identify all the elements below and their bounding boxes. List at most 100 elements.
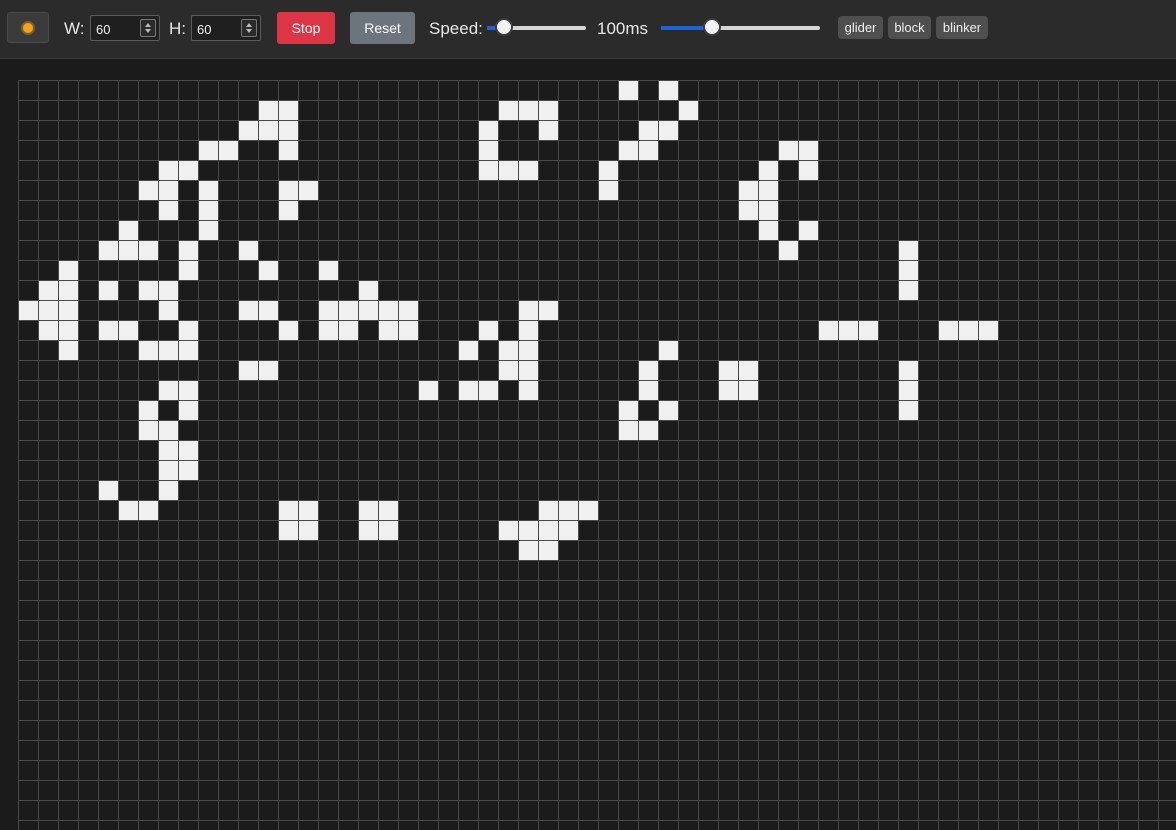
dead-cell[interactable] xyxy=(939,81,958,100)
dead-cell[interactable] xyxy=(979,761,998,780)
dead-cell[interactable] xyxy=(679,261,698,280)
dead-cell[interactable] xyxy=(1099,101,1118,120)
dead-cell[interactable] xyxy=(699,701,718,720)
dead-cell[interactable] xyxy=(459,681,478,700)
dead-cell[interactable] xyxy=(279,741,298,760)
dead-cell[interactable] xyxy=(259,761,278,780)
dead-cell[interactable] xyxy=(1059,601,1078,620)
dead-cell[interactable] xyxy=(39,561,58,580)
dead-cell[interactable] xyxy=(859,201,878,220)
dead-cell[interactable] xyxy=(759,121,778,140)
live-cell[interactable] xyxy=(179,241,198,260)
dead-cell[interactable] xyxy=(559,461,578,480)
dead-cell[interactable] xyxy=(419,581,438,600)
dead-cell[interactable] xyxy=(679,361,698,380)
dead-cell[interactable] xyxy=(1039,761,1058,780)
dead-cell[interactable] xyxy=(979,781,998,800)
dead-cell[interactable] xyxy=(579,381,598,400)
dead-cell[interactable] xyxy=(1039,241,1058,260)
dead-cell[interactable] xyxy=(859,821,878,830)
dead-cell[interactable] xyxy=(899,761,918,780)
dead-cell[interactable] xyxy=(839,721,858,740)
dead-cell[interactable] xyxy=(119,761,138,780)
dead-cell[interactable] xyxy=(779,701,798,720)
dead-cell[interactable] xyxy=(839,521,858,540)
dead-cell[interactable] xyxy=(759,501,778,520)
dead-cell[interactable] xyxy=(519,401,538,420)
dead-cell[interactable] xyxy=(439,141,458,160)
dead-cell[interactable] xyxy=(299,661,318,680)
dead-cell[interactable] xyxy=(1059,161,1078,180)
dead-cell[interactable] xyxy=(1019,461,1038,480)
dead-cell[interactable] xyxy=(59,721,78,740)
dead-cell[interactable] xyxy=(1139,721,1158,740)
dead-cell[interactable] xyxy=(259,441,278,460)
dead-cell[interactable] xyxy=(39,141,58,160)
dead-cell[interactable] xyxy=(319,161,338,180)
live-cell[interactable] xyxy=(139,181,158,200)
dead-cell[interactable] xyxy=(899,501,918,520)
dead-cell[interactable] xyxy=(999,481,1018,500)
live-cell[interactable] xyxy=(479,321,498,340)
dead-cell[interactable] xyxy=(1099,761,1118,780)
dead-cell[interactable] xyxy=(899,201,918,220)
dead-cell[interactable] xyxy=(519,281,538,300)
dead-cell[interactable] xyxy=(199,81,218,100)
dead-cell[interactable] xyxy=(439,541,458,560)
dead-cell[interactable] xyxy=(819,601,838,620)
dead-cell[interactable] xyxy=(139,561,158,580)
dead-cell[interactable] xyxy=(859,461,878,480)
dead-cell[interactable] xyxy=(939,241,958,260)
dead-cell[interactable] xyxy=(339,621,358,640)
dead-cell[interactable] xyxy=(479,581,498,600)
dead-cell[interactable] xyxy=(359,381,378,400)
dead-cell[interactable] xyxy=(1039,141,1058,160)
dead-cell[interactable] xyxy=(499,541,518,560)
live-cell[interactable] xyxy=(139,421,158,440)
dead-cell[interactable] xyxy=(219,81,238,100)
dead-cell[interactable] xyxy=(159,781,178,800)
dead-cell[interactable] xyxy=(119,741,138,760)
dead-cell[interactable] xyxy=(899,321,918,340)
dead-cell[interactable] xyxy=(859,521,878,540)
dead-cell[interactable] xyxy=(1119,821,1138,830)
dead-cell[interactable] xyxy=(139,801,158,820)
dead-cell[interactable] xyxy=(499,121,518,140)
width-input[interactable]: 60 xyxy=(90,15,160,41)
dead-cell[interactable] xyxy=(1099,661,1118,680)
dead-cell[interactable] xyxy=(1119,181,1138,200)
dead-cell[interactable] xyxy=(799,661,818,680)
dead-cell[interactable] xyxy=(639,161,658,180)
dead-cell[interactable] xyxy=(579,721,598,740)
dead-cell[interactable] xyxy=(899,741,918,760)
dead-cell[interactable] xyxy=(539,281,558,300)
dead-cell[interactable] xyxy=(279,701,298,720)
dead-cell[interactable] xyxy=(679,601,698,620)
dead-cell[interactable] xyxy=(159,141,178,160)
dead-cell[interactable] xyxy=(339,641,358,660)
dead-cell[interactable] xyxy=(859,281,878,300)
dead-cell[interactable] xyxy=(499,581,518,600)
dead-cell[interactable] xyxy=(979,741,998,760)
dead-cell[interactable] xyxy=(859,541,878,560)
dead-cell[interactable] xyxy=(299,261,318,280)
dead-cell[interactable] xyxy=(979,101,998,120)
dead-cell[interactable] xyxy=(399,681,418,700)
dead-cell[interactable] xyxy=(619,501,638,520)
dead-cell[interactable] xyxy=(699,721,718,740)
dead-cell[interactable] xyxy=(759,821,778,830)
dead-cell[interactable] xyxy=(179,581,198,600)
dead-cell[interactable] xyxy=(339,741,358,760)
dead-cell[interactable] xyxy=(999,641,1018,660)
dead-cell[interactable] xyxy=(299,301,318,320)
dead-cell[interactable] xyxy=(339,481,358,500)
dead-cell[interactable] xyxy=(99,821,118,830)
dead-cell[interactable] xyxy=(19,401,38,420)
dead-cell[interactable] xyxy=(959,341,978,360)
dead-cell[interactable] xyxy=(199,701,218,720)
dead-cell[interactable] xyxy=(259,81,278,100)
dead-cell[interactable] xyxy=(1159,221,1176,240)
dead-cell[interactable] xyxy=(319,821,338,830)
dead-cell[interactable] xyxy=(1019,601,1038,620)
live-cell[interactable] xyxy=(359,501,378,520)
